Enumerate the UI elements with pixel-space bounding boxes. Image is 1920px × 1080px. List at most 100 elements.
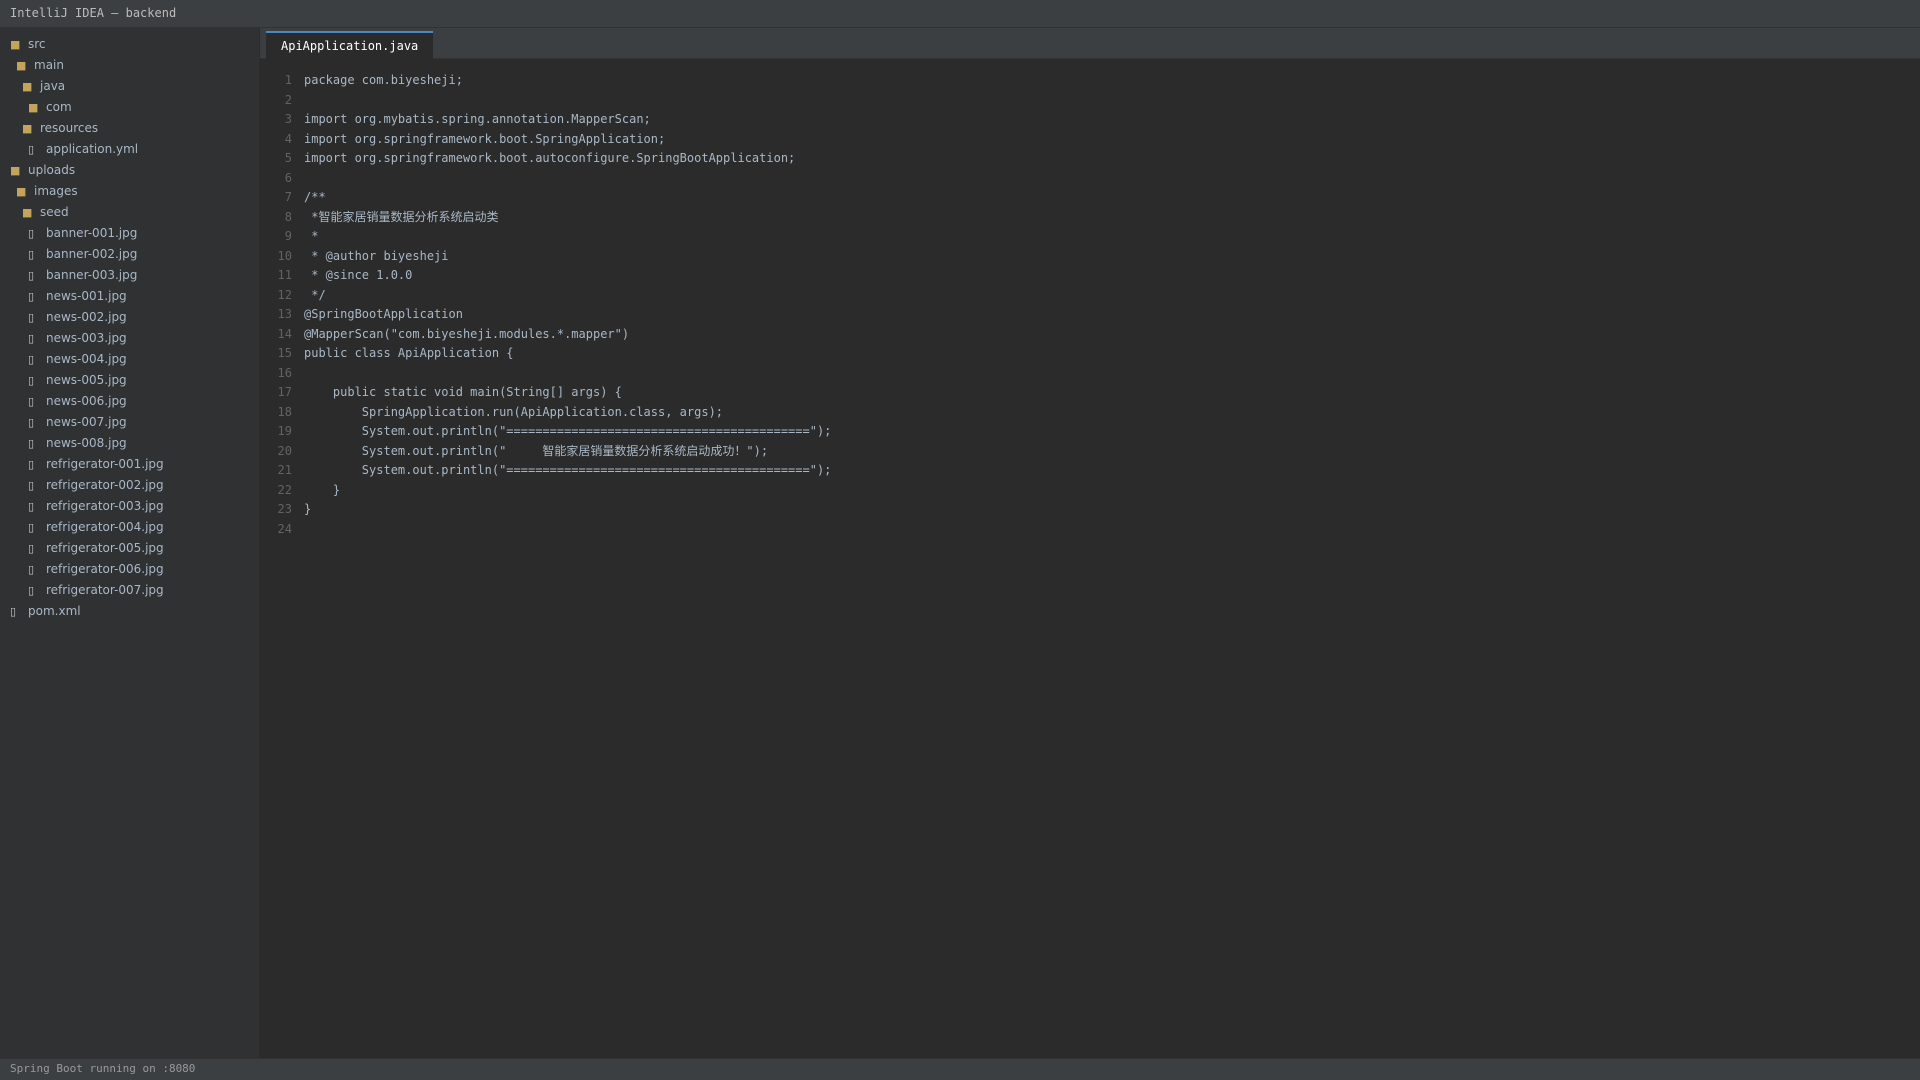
- code-line[interactable]: 8 *智能家居销量数据分析系统启动类: [260, 208, 1860, 228]
- code-line[interactable]: 11 * @since 1.0.0: [260, 266, 1860, 286]
- tree-item-label: news-004.jpg: [46, 352, 127, 366]
- file-icon: ▯: [28, 311, 35, 324]
- tree-item-label: banner-002.jpg: [46, 247, 138, 261]
- tree-file-item[interactable]: ▯ news-007.jpg: [0, 412, 258, 433]
- file-icon: ▯: [28, 584, 35, 597]
- line-number: 17: [277, 385, 292, 399]
- tree-item-label: com: [46, 100, 72, 114]
- file-icon: ▯: [28, 269, 35, 282]
- tree-item-label: java: [40, 79, 66, 93]
- line-number: 4: [284, 131, 292, 146]
- tree-item-label: refrigerator-003.jpg: [46, 499, 164, 513]
- status-bar: Spring Boot running on :8080: [0, 1058, 1920, 1080]
- status-text: Spring Boot running on :8080: [10, 1062, 196, 1075]
- tree-file-item[interactable]: ▯ refrigerator-003.jpg: [0, 496, 258, 517]
- file-icon: ▯: [28, 227, 35, 240]
- tree-folder-item[interactable]: ■ resources: [0, 118, 258, 139]
- code-line[interactable]: 24: [260, 520, 1860, 540]
- code-text: }: [304, 502, 312, 516]
- code-text: public static void main(String[] args) {: [304, 385, 622, 399]
- tree-file-item[interactable]: ▯ news-008.jpg: [0, 433, 258, 454]
- tree-folder-item[interactable]: ■ src: [0, 34, 258, 55]
- code-line[interactable]: 6: [260, 169, 1860, 189]
- tree-file-item[interactable]: ▯ refrigerator-004.jpg: [0, 517, 258, 538]
- code-line[interactable]: 16: [260, 364, 1860, 384]
- tree-item-label: application.yml: [46, 142, 139, 156]
- tree-file-item[interactable]: ▯ news-006.jpg: [0, 391, 258, 412]
- project-tree: ■ src ■ main ■ java ■ com ■ resources ▯ application…: [0, 34, 258, 622]
- tree-file-item[interactable]: ▯ news-005.jpg: [0, 370, 258, 391]
- tree-folder-item[interactable]: ■ uploads: [0, 160, 258, 181]
- file-icon: ▯: [28, 395, 35, 408]
- folder-icon: ■: [28, 101, 39, 114]
- tree-folder-item[interactable]: ■ seed: [0, 202, 258, 223]
- code-line[interactable]: 13 @SpringBootApplication: [260, 305, 1860, 325]
- code-line[interactable]: 7 /**: [260, 188, 1860, 208]
- tree-file-item[interactable]: ▯ news-001.jpg: [0, 286, 258, 307]
- line-number: 22: [277, 482, 292, 497]
- code-line[interactable]: 20 System.out.println(" 智能家居销量数据分析系统启动成功…: [260, 442, 1860, 462]
- tree-file-item[interactable]: ▯ refrigerator-005.jpg: [0, 538, 258, 559]
- tree-file-item[interactable]: ▯ refrigerator-001.jpg: [0, 454, 258, 475]
- tree-folder-item[interactable]: ■ images: [0, 181, 258, 202]
- tree-file-item[interactable]: ▯ refrigerator-006.jpg: [0, 559, 258, 580]
- line-number: 16: [277, 365, 292, 380]
- code-line[interactable]: 9 *: [260, 227, 1860, 247]
- folder-icon: ■: [16, 59, 27, 72]
- tree-item-label: resources: [40, 121, 99, 135]
- tree-file-item[interactable]: ▯ banner-001.jpg: [0, 223, 258, 244]
- code-line[interactable]: 5 import org.springframework.boot.autocon…: [260, 149, 1860, 169]
- code-line[interactable]: 4 import org.springframework.boot.SpringA…: [260, 130, 1860, 150]
- line-number: 2: [284, 92, 292, 107]
- code-line[interactable]: 21 System.out.println("=================…: [260, 461, 1860, 481]
- tree-file-item[interactable]: ▯ refrigerator-007.jpg: [0, 580, 258, 601]
- code-text: SpringApplication.run(ApiApplication.cla…: [304, 404, 724, 419]
- tree-file-item[interactable]: ▯ banner-002.jpg: [0, 244, 258, 265]
- tree-item-label: refrigerator-001.jpg: [46, 457, 164, 471]
- code-line[interactable]: 12 */: [260, 286, 1860, 306]
- tree-file-item[interactable]: ▯ application.yml: [0, 139, 258, 160]
- line-number: 11: [277, 268, 292, 282]
- file-icon: ▯: [28, 290, 35, 303]
- line-number: 13: [277, 307, 292, 321]
- code-line[interactable]: 19 System.out.println("=================…: [260, 422, 1860, 442]
- title-bar: IntelliJ IDEA — backend: [0, 0, 1920, 28]
- tree-item-label: news-002.jpg: [46, 310, 127, 324]
- file-icon: ▯: [28, 353, 35, 366]
- folder-icon: ■: [22, 206, 33, 219]
- code-line[interactable]: 22 }: [260, 481, 1860, 501]
- line-number: 9: [284, 229, 292, 243]
- tree-folder-item[interactable]: ■ java: [0, 76, 258, 97]
- tree-item-label: images: [34, 184, 78, 198]
- tree-file-item[interactable]: ▯ banner-003.jpg: [0, 265, 258, 286]
- ide-window: IntelliJ IDEA — backend ■ src ■ main ■ java ■ c…: [0, 0, 1920, 1080]
- code-line[interactable]: 3 import org.mybatis.spring.annotation.Ma…: [260, 110, 1860, 130]
- tree-file-item[interactable]: ▯ news-003.jpg: [0, 328, 258, 349]
- project-tree-panel: ■ src ■ main ■ java ■ com ■ resources ▯ application…: [0, 28, 259, 1058]
- tree-file-item[interactable]: ▯ refrigerator-002.jpg: [0, 475, 258, 496]
- code-line[interactable]: 15 public class ApiApplication {: [260, 344, 1860, 364]
- code-line[interactable]: 10 * @author biyesheji: [260, 247, 1860, 267]
- tab-api-application-java[interactable]: ApiApplication.java: [266, 31, 434, 59]
- code-line[interactable]: 2: [260, 91, 1860, 111]
- file-icon: ▯: [28, 521, 35, 534]
- code-line[interactable]: 18 SpringApplication.run(ApiApplication.…: [260, 403, 1860, 423]
- code-text: *: [304, 229, 319, 243]
- code-line[interactable]: 17 public static void main(String[] args…: [260, 383, 1860, 403]
- folder-icon: ■: [22, 122, 33, 135]
- tree-file-item[interactable]: ▯ pom.xml: [0, 601, 258, 622]
- code-text: * @since 1.0.0: [304, 268, 413, 282]
- tree-folder-item[interactable]: ■ main: [0, 55, 258, 76]
- tree-item-label: banner-003.jpg: [46, 268, 138, 282]
- code-line[interactable]: 14 @MapperScan("com.biyesheji.modules.*.m…: [260, 325, 1860, 345]
- code-line[interactable]: 23}: [260, 500, 1860, 520]
- line-number: 5: [284, 151, 292, 165]
- tree-file-item[interactable]: ▯ news-004.jpg: [0, 349, 258, 370]
- tree-file-item[interactable]: ▯ news-002.jpg: [0, 307, 258, 328]
- tree-folder-item[interactable]: ■ com: [0, 97, 258, 118]
- tree-item-label: news-001.jpg: [46, 289, 127, 303]
- code-line[interactable]: 1 package com.biyesheji;: [260, 71, 1860, 91]
- tree-item-label: refrigerator-006.jpg: [46, 562, 164, 576]
- code-editor[interactable]: 1 package com.biyesheji; 2 3 import org.myba…: [260, 59, 1920, 1058]
- file-icon: ▯: [28, 416, 35, 429]
